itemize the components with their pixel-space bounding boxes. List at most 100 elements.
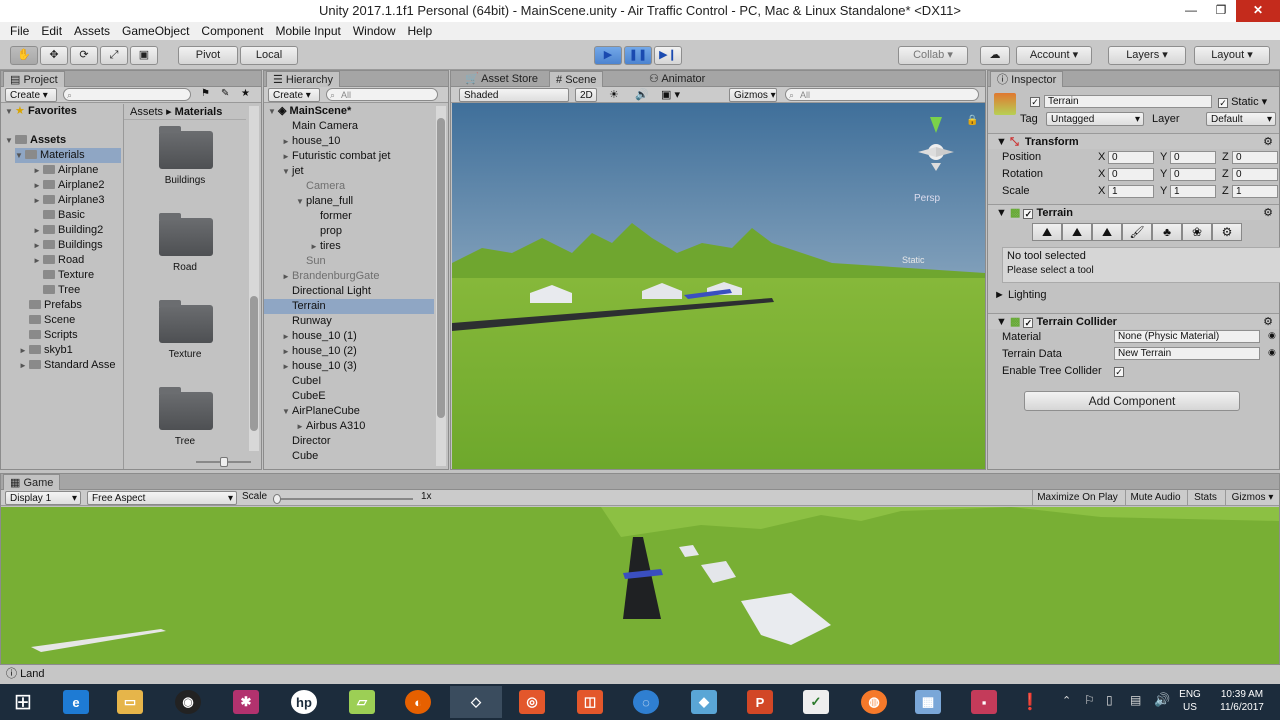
menu-help[interactable]: Help — [402, 22, 439, 40]
filter-type-icon[interactable]: ⚑ — [201, 88, 210, 99]
display-dropdown[interactable]: Display 1 ▾ — [5, 491, 81, 505]
app-taskbar-button[interactable]: ✓ — [790, 686, 842, 718]
transform-z-field[interactable]: 1 — [1232, 185, 1278, 198]
project-tree-item[interactable]: Scene — [19, 313, 75, 328]
hierarchy-item[interactable]: ► tires — [264, 239, 434, 254]
tab-hierarchy[interactable]: ☰ Hierarchy — [266, 71, 340, 87]
project-tree-item[interactable]: ► Airplane — [33, 163, 98, 178]
transform-z-field[interactable]: 0 — [1232, 168, 1278, 181]
move-tool-button[interactable]: ✥ — [40, 46, 68, 65]
project-tree-item[interactable]: ▼ Materials — [15, 148, 121, 163]
component-settings-icon[interactable]: ⚙ — [1263, 205, 1273, 221]
menu-component[interactable]: Component — [195, 22, 269, 40]
explorer-taskbar-button[interactable]: ▭ — [104, 686, 156, 718]
terrain-component-header[interactable]: ▼ ▩ ✓ Terrain ⚙ — [988, 204, 1279, 220]
network-tray-icon[interactable]: ▤ — [1130, 693, 1141, 707]
object-picker-icon[interactable]: ◉ — [1268, 347, 1276, 358]
transform-x-field[interactable]: 0 — [1108, 151, 1154, 164]
hierarchy-item[interactable]: ► BrandenburgGate — [264, 269, 434, 284]
project-tree-item[interactable]: Prefabs — [19, 298, 82, 313]
menu-edit[interactable]: Edit — [35, 22, 68, 40]
tray-expand-icon[interactable]: ⌃ — [1062, 694, 1071, 707]
tag-dropdown[interactable]: Untagged ▾ — [1046, 112, 1144, 126]
hierarchy-item[interactable]: Sun — [264, 254, 434, 269]
expand-arrow-icon[interactable]: ▼ — [282, 404, 292, 419]
add-component-button[interactable]: Add Component — [1024, 391, 1240, 411]
favorite-star-icon[interactable]: ★ — [241, 88, 250, 99]
start-button[interactable]: ⊞ — [0, 686, 46, 718]
app-taskbar-button[interactable]: P — [734, 686, 786, 718]
terrain-tool-button[interactable]: ⛰ — [1032, 223, 1062, 241]
transform-y-field[interactable]: 0 — [1170, 168, 1216, 181]
battery-tray-icon[interactable]: ▯ — [1106, 693, 1113, 707]
favorites-row[interactable]: ▼ ★ Favorites — [5, 104, 77, 119]
transform-header[interactable]: ▼ ⤡ Transform ⚙ — [988, 133, 1279, 149]
transform-x-field[interactable]: 0 — [1108, 168, 1154, 181]
hierarchy-item[interactable]: ► house_10 (2) — [264, 344, 434, 359]
menu-window[interactable]: Window — [347, 22, 402, 40]
ie-taskbar-button[interactable]: e — [50, 686, 102, 718]
assets-root-row[interactable]: ▼ Assets — [5, 133, 66, 148]
local-toggle[interactable]: Local — [240, 46, 298, 65]
game-gizmos-dropdown[interactable]: Gizmos ▾ — [1225, 490, 1279, 505]
transform-z-field[interactable]: 0 — [1232, 151, 1278, 164]
unity-taskbar-button[interactable]: ◇ — [450, 686, 502, 718]
hierarchy-item[interactable]: CubeE — [264, 389, 434, 404]
close-button[interactable]: ✕ — [1236, 0, 1280, 22]
project-scrollbar[interactable] — [249, 106, 259, 451]
app-taskbar-button[interactable]: ◎ — [506, 686, 558, 718]
component-settings-icon[interactable]: ⚙ — [1263, 134, 1273, 150]
project-search-input[interactable]: ⌕ — [63, 88, 191, 101]
expand-arrow-icon[interactable]: ► — [19, 343, 29, 358]
maximize-on-play-toggle[interactable]: Maximize On Play — [1032, 490, 1122, 505]
firefox-taskbar-button[interactable]: ◐ — [392, 686, 444, 718]
terrain-collider-header[interactable]: ▼ ▩ ✓ Terrain Collider ⚙ — [988, 313, 1279, 329]
hp-taskbar-button[interactable]: hp — [278, 686, 330, 718]
component-settings-icon[interactable]: ⚙ — [1263, 314, 1273, 330]
expand-arrow-icon[interactable]: ► — [282, 134, 292, 149]
cloud-button[interactable]: ☁ — [980, 46, 1010, 65]
expand-arrow-icon[interactable]: ► — [282, 359, 292, 374]
terrain-tool-button[interactable]: 🖌 — [1122, 223, 1152, 241]
hierarchy-item[interactable]: Terrain — [264, 299, 434, 314]
blender-taskbar-button[interactable]: ◍ — [848, 686, 900, 718]
hierarchy-item[interactable]: former — [264, 209, 434, 224]
lock-icon[interactable]: 🔒 — [966, 114, 978, 126]
active-checkbox[interactable]: ✓ — [1030, 95, 1040, 107]
hierarchy-item[interactable]: ► Airbus A310 — [264, 419, 434, 434]
collab-dropdown[interactable]: Collab ▾ — [898, 46, 968, 65]
folder-tile[interactable]: Texture — [124, 295, 246, 379]
folder-tile[interactable]: Road — [124, 208, 246, 292]
expand-arrow-icon[interactable]: ► — [19, 358, 29, 373]
expand-arrow-icon[interactable]: ▼ — [296, 194, 306, 209]
shading-mode-dropdown[interactable]: Shaded — [459, 88, 569, 102]
hierarchy-item[interactable]: Main Camera — [264, 119, 434, 134]
scene-viewport[interactable]: Persp Static 🔒 — [452, 103, 985, 469]
terrain-tool-button[interactable]: ♣ — [1152, 223, 1182, 241]
static-checkbox[interactable]: ✓ Static ▾ — [1218, 95, 1267, 108]
stats-toggle[interactable]: Stats — [1187, 490, 1223, 505]
project-tree-item[interactable]: ► Building2 — [33, 223, 103, 238]
menu-file[interactable]: File — [4, 22, 35, 40]
breadcrumb-assets[interactable]: Assets — [130, 106, 163, 118]
breadcrumb-materials[interactable]: Materials — [175, 106, 223, 118]
menu-assets[interactable]: Assets — [68, 22, 116, 40]
scene-root-row[interactable]: ▼ ◈ MainScene* — [268, 104, 351, 119]
hierarchy-item[interactable]: Directional Light — [264, 284, 434, 299]
hierarchy-item[interactable]: Director — [264, 434, 434, 449]
notes-taskbar-button[interactable]: ▱ — [336, 686, 388, 718]
lighting-toggle-icon[interactable]: ☀ — [609, 88, 619, 101]
paint-taskbar-button[interactable]: ✱ — [220, 686, 272, 718]
hierarchy-item[interactable]: ► Futuristic combat jet — [264, 149, 434, 164]
hierarchy-item[interactable]: CubeI — [264, 374, 434, 389]
step-button[interactable]: ▶❙ — [654, 46, 682, 65]
gizmos-dropdown[interactable]: Gizmos ▾ — [729, 88, 777, 102]
folder-tile[interactable]: Tree — [124, 382, 246, 466]
play-button[interactable]: ▶ — [594, 46, 622, 65]
object-name-field[interactable]: Terrain — [1044, 95, 1212, 108]
expand-arrow-icon[interactable]: ► — [282, 344, 292, 359]
expand-arrow-icon[interactable]: ► — [33, 223, 43, 238]
rotate-tool-button[interactable]: ⟳ — [70, 46, 98, 65]
alert-tray-icon[interactable]: ❗ — [1020, 692, 1040, 712]
app-taskbar-button[interactable]: ◆ — [678, 686, 730, 718]
